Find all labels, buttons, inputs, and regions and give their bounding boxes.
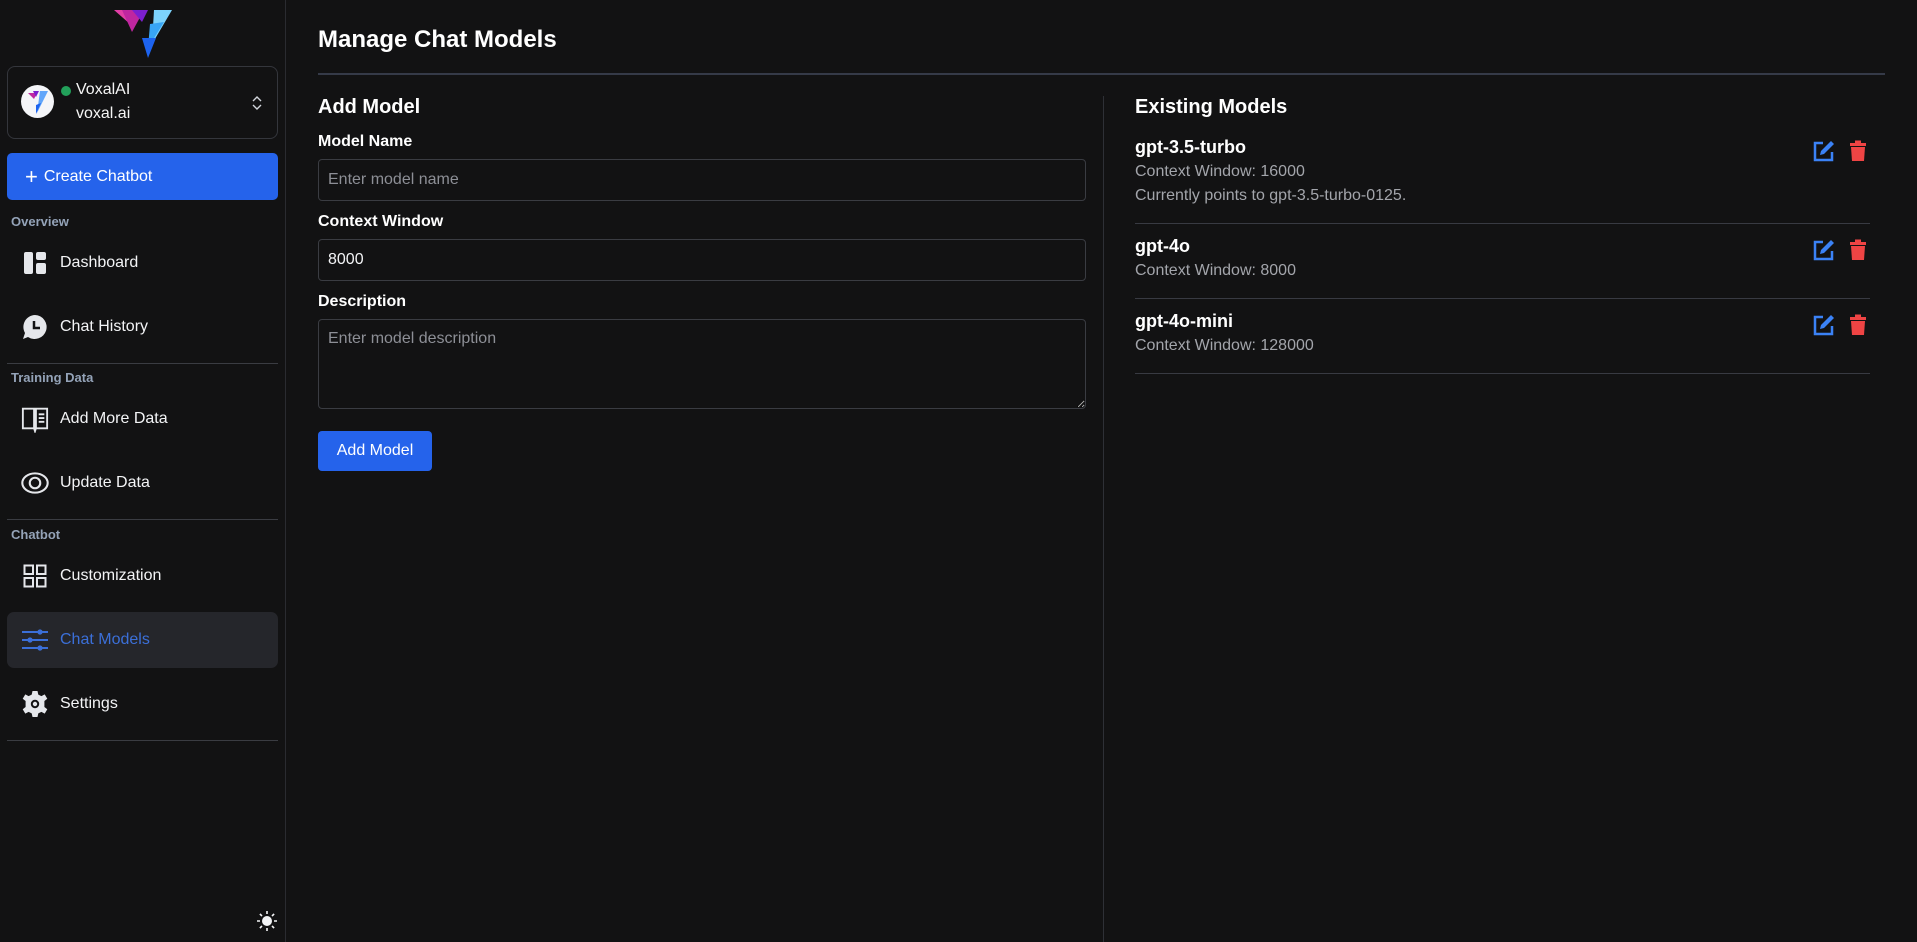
- context-window-input[interactable]: [318, 239, 1086, 281]
- model-name: gpt-4o-mini: [1135, 311, 1233, 331]
- model-actions: [1812, 139, 1870, 163]
- workspace-avatar: [21, 85, 54, 118]
- gear-icon: [21, 690, 49, 718]
- sidebar-divider: [7, 740, 278, 741]
- sidebar-item-label: Customization: [60, 567, 162, 584]
- plus-icon: +: [25, 163, 38, 189]
- create-chatbot-label: Create Chatbot: [43, 167, 153, 185]
- sidebar-item-label: Chat History: [60, 318, 149, 335]
- sidebar-item-label: Chat Models: [60, 631, 150, 648]
- status-indicator: [61, 86, 71, 96]
- model-name: gpt-3.5-turbo: [1135, 137, 1246, 157]
- model-list-item: gpt-4o Context Window: 8000: [1135, 224, 1870, 299]
- workspace-switcher[interactable]: VoxalAI voxal.ai: [7, 66, 278, 139]
- sidebar-item-label: Update Data: [60, 474, 150, 491]
- chat-history-icon: [21, 313, 49, 341]
- model-name: gpt-4o: [1135, 236, 1190, 256]
- model-actions: [1812, 313, 1870, 337]
- sidebar-item-label: Dashboard: [60, 254, 139, 271]
- model-name-label: Model Name: [318, 133, 413, 150]
- create-chatbot-button[interactable]: + Create Chatbot: [7, 153, 278, 200]
- page-title: Manage Chat Models: [318, 26, 557, 53]
- trash-icon[interactable]: [1846, 238, 1870, 262]
- sidebar-divider: [7, 363, 278, 364]
- add-model-title: Add Model: [318, 96, 421, 118]
- voxal-logo[interactable]: [114, 8, 172, 58]
- section-label-chatbot: Chatbot: [11, 527, 61, 542]
- description-textarea[interactable]: [318, 319, 1086, 409]
- eye-icon: [21, 469, 49, 497]
- model-context-window: Context Window: 16000: [1135, 163, 1305, 180]
- dashboard-icon: [21, 249, 49, 277]
- sun-icon[interactable]: [256, 910, 278, 932]
- model-name-input[interactable]: [318, 159, 1086, 201]
- edit-icon[interactable]: [1812, 139, 1836, 163]
- title-divider: [318, 73, 1885, 75]
- add-model-panel: Add Model Model Name Context Window Desc…: [318, 96, 1086, 471]
- sidebar-item-dashboard[interactable]: Dashboard: [7, 235, 278, 291]
- sidebar-item-chat-models[interactable]: Chat Models: [7, 612, 278, 668]
- section-label-overview: Overview: [11, 214, 69, 229]
- trash-icon[interactable]: [1846, 139, 1870, 163]
- section-label-training-data: Training Data: [11, 370, 94, 385]
- description-label: Description: [318, 293, 407, 310]
- edit-icon[interactable]: [1812, 313, 1836, 337]
- workspace-name: VoxalAI: [76, 81, 131, 98]
- model-context-window: Context Window: 8000: [1135, 262, 1296, 279]
- chevron-up-down-icon: [251, 94, 263, 112]
- main-content: Manage Chat Models Add Model Model Name …: [286, 0, 1917, 942]
- sidebar-item-customization[interactable]: Customization: [7, 548, 278, 604]
- context-window-label: Context Window: [318, 213, 444, 230]
- grid-icon: [21, 562, 49, 590]
- model-actions: [1812, 238, 1870, 262]
- app: VoxalAI voxal.ai + Create Chatbot Overvi…: [0, 0, 1917, 942]
- add-model-button[interactable]: Add Model: [318, 431, 432, 471]
- column-divider: [1103, 96, 1104, 942]
- existing-models-panel: Existing Models gpt-3.5-turbo Context Wi…: [1135, 96, 1870, 374]
- sidebar-item-update-data[interactable]: Update Data: [7, 455, 278, 511]
- sidebar: VoxalAI voxal.ai + Create Chatbot Overvi…: [0, 0, 286, 942]
- sidebar-item-label: Settings: [60, 695, 118, 712]
- edit-icon[interactable]: [1812, 238, 1836, 262]
- sidebar-item-chat-history[interactable]: Chat History: [7, 299, 278, 355]
- sliders-icon: [21, 626, 49, 654]
- model-list-item: gpt-3.5-turbo Context Window: 16000 Curr…: [1135, 125, 1870, 224]
- model-description: Currently points to gpt-3.5-turbo-0125.: [1135, 187, 1407, 204]
- sidebar-item-add-more-data[interactable]: Add More Data: [7, 391, 278, 447]
- model-list: gpt-3.5-turbo Context Window: 16000 Curr…: [1135, 125, 1870, 374]
- sidebar-item-settings[interactable]: Settings: [7, 676, 278, 732]
- sidebar-divider: [7, 519, 278, 520]
- workspace-domain: voxal.ai: [76, 105, 131, 122]
- sidebar-item-label: Add More Data: [60, 410, 168, 427]
- model-context-window: Context Window: 128000: [1135, 337, 1314, 354]
- book-icon: [21, 405, 49, 433]
- trash-icon[interactable]: [1846, 313, 1870, 337]
- existing-models-title: Existing Models: [1135, 96, 1288, 118]
- model-list-item: gpt-4o-mini Context Window: 128000: [1135, 299, 1870, 374]
